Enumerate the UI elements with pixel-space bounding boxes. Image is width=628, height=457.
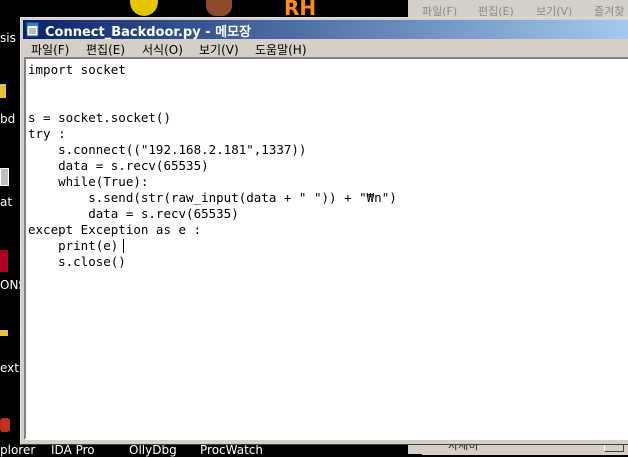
menu-view[interactable]: 보기(V): [199, 41, 239, 58]
window-title: Connect_Backdoor.py - 메모장: [45, 25, 252, 40]
code-line: s.send(str(raw_input(data + " ")) + "₩n"…: [28, 190, 397, 205]
text-editor-area[interactable]: import socket s = socket.socket() try : …: [24, 57, 628, 440]
desktop-label-explorer[interactable]: plorer: [0, 443, 35, 457]
code-line: data = s.recv(65535): [28, 206, 239, 221]
text-caret: [123, 239, 124, 253]
window-icon[interactable]: [0, 168, 9, 186]
desktop-label-ida[interactable]: IDA Pro: [51, 443, 95, 457]
menu-help[interactable]: 도움말(H): [255, 41, 307, 58]
code-line: s.connect(("192.168.2.181",1337)): [28, 142, 307, 157]
notepad-window[interactable]: Connect_Backdoor.py - 메모장 파일(F) 편집(E) 서식…: [20, 17, 628, 445]
desktop-icon-hazard[interactable]: [130, 0, 158, 16]
menu-bar: 파일(F) 편집(E) 서식(O) 보기(V) 도움말(H): [23, 40, 628, 58]
desktop-label-3[interactable]: at: [0, 195, 12, 209]
code-line: try :: [28, 126, 66, 141]
code-line: while(True):: [28, 174, 149, 189]
desktop-label-1[interactable]: sis: [0, 31, 16, 45]
desktop-label-ollydbg[interactable]: OllyDbg: [129, 443, 177, 457]
desktop-label-procwatch[interactable]: ProcWatch: [200, 443, 263, 457]
code-line: s = socket.socket(): [28, 110, 171, 125]
desktop-label-5[interactable]: ext: [0, 361, 19, 375]
menu-format[interactable]: 서식(O): [142, 41, 183, 58]
desktop-label-2[interactable]: bd: [0, 112, 15, 126]
app-icon-bottom[interactable]: [0, 418, 10, 432]
menu-edit[interactable]: 편집(E): [86, 41, 125, 58]
app-icon-yellow[interactable]: [0, 330, 8, 336]
folder-icon[interactable]: [0, 84, 6, 98]
code-line: s.close(): [28, 254, 126, 269]
desktop-icon-mascot[interactable]: [206, 0, 232, 16]
menu-file[interactable]: 파일(F): [31, 41, 69, 58]
title-bar[interactable]: Connect_Backdoor.py - 메모장: [23, 20, 628, 40]
code-line: except Exception as e :: [28, 222, 202, 237]
code-line: import socket: [28, 62, 126, 77]
app-icon-red[interactable]: [0, 250, 8, 272]
code-line: print(e): [28, 238, 119, 253]
notepad-icon: [26, 22, 39, 37]
code-line: data = s.recv(65535): [28, 158, 209, 173]
